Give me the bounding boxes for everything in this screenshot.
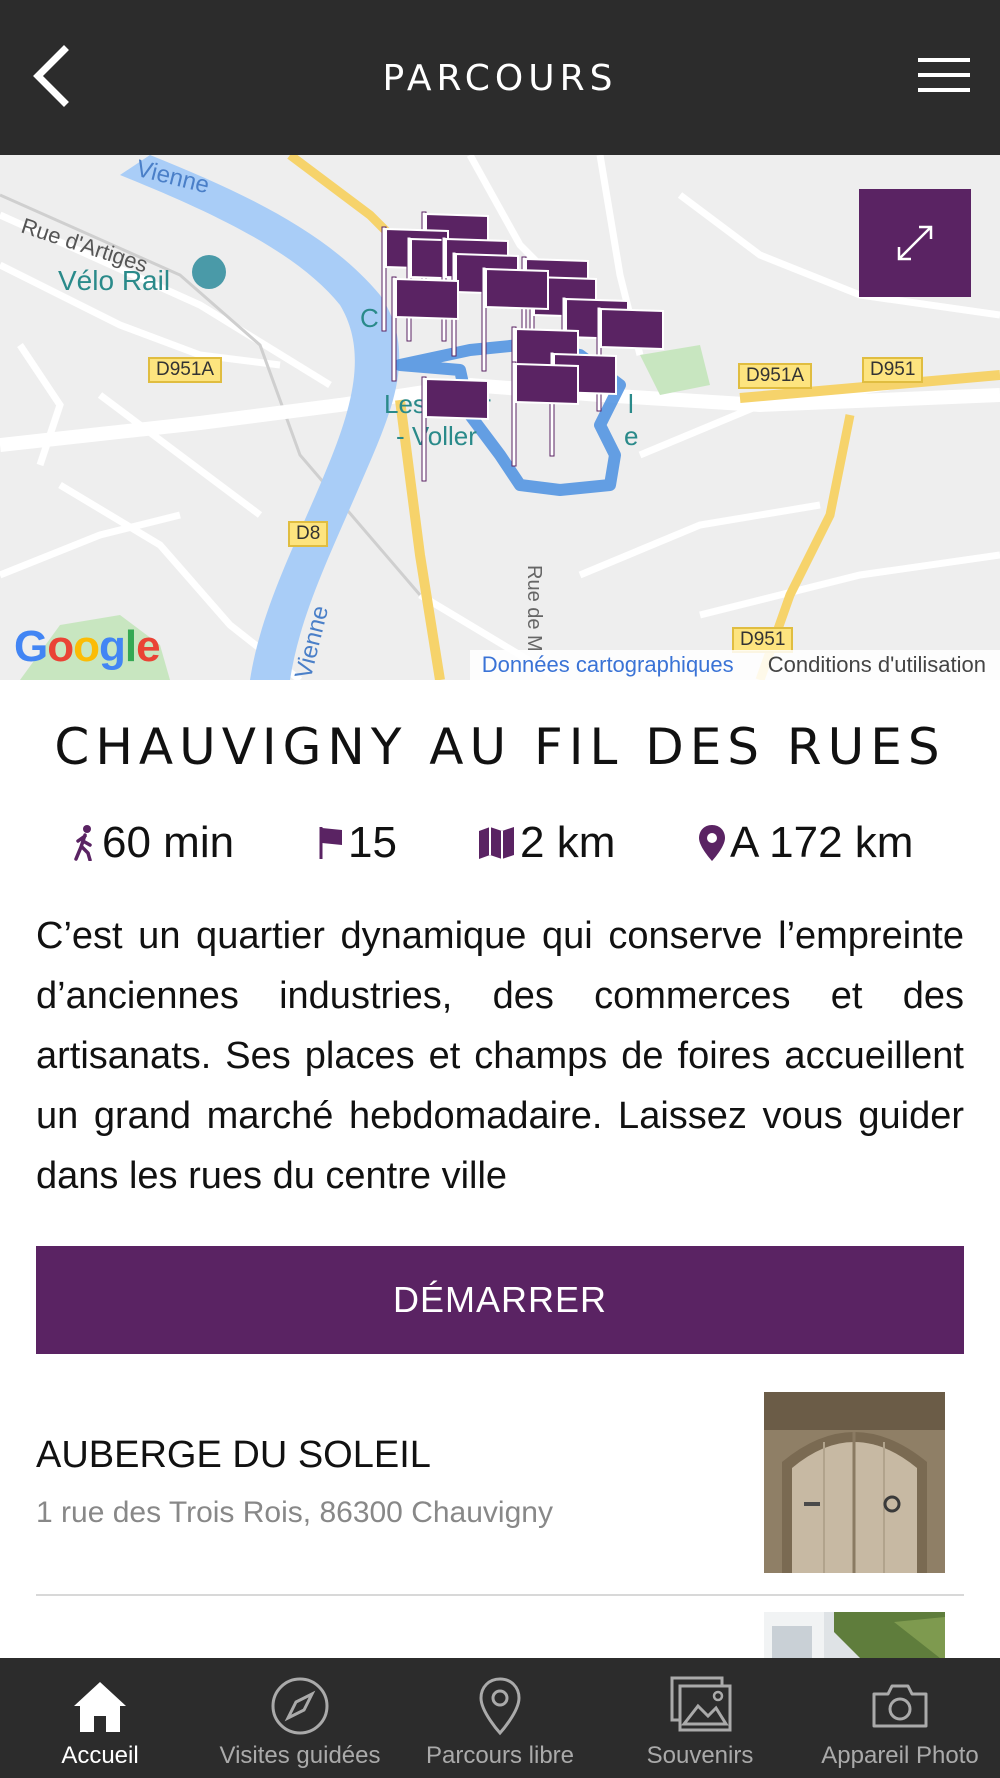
page-title: PARCOURS bbox=[382, 58, 618, 99]
tab-bar: Accueil Visites guidées Parcours libre S… bbox=[0, 1658, 1000, 1778]
route-description: C’est un quartier dynamique qui conserve… bbox=[36, 915, 964, 1197]
distance-value: 2 km bbox=[520, 818, 616, 867]
home-icon bbox=[74, 1682, 126, 1732]
expand-arrows-icon[interactable] bbox=[859, 189, 971, 297]
photos-icon bbox=[670, 1676, 732, 1732]
tab-label: Appareil Photo bbox=[821, 1742, 979, 1769]
flag-marker-icon[interactable] bbox=[420, 375, 492, 485]
poi-thumbnail bbox=[764, 1392, 945, 1573]
tab-label: Accueil bbox=[61, 1742, 139, 1769]
flag-marker-icon[interactable] bbox=[510, 360, 582, 470]
duration-stat: 60 min bbox=[72, 818, 234, 868]
poi-name: AUBERGE DU SOLEIL bbox=[36, 1434, 431, 1476]
poi-address: 1 rue des Trois Rois, 86300 Chauvigny bbox=[36, 1496, 553, 1529]
terms-link[interactable]: Conditions d'utilisation bbox=[768, 652, 986, 677]
flag-icon bbox=[319, 827, 342, 859]
map-attribution: Données cartographiques Conditions d'uti… bbox=[469, 650, 1000, 680]
tab-label: Visites guidées bbox=[219, 1742, 381, 1769]
start-button[interactable]: DÉMARRER bbox=[36, 1246, 964, 1354]
location-value: A 172 km bbox=[730, 818, 914, 867]
hamburger-icon[interactable] bbox=[918, 58, 970, 94]
tab-label: Souvenirs bbox=[646, 1742, 754, 1769]
tab-label: Parcours libre bbox=[425, 1742, 575, 1769]
walking-icon bbox=[74, 825, 92, 861]
tab-camera[interactable]: Appareil Photo bbox=[800, 1658, 1000, 1778]
route-title: CHAUVIGNY AU FIL DES RUES bbox=[54, 718, 946, 776]
google-logo: Google bbox=[14, 622, 161, 671]
tab-home[interactable]: Accueil bbox=[0, 1658, 200, 1778]
tab-guided-visits[interactable]: Visites guidées bbox=[200, 1658, 400, 1778]
map-data-link[interactable]: Données cartographiques bbox=[482, 652, 734, 677]
map-pin-icon bbox=[479, 1677, 521, 1736]
marker-layer bbox=[0, 155, 1000, 680]
flag-marker-icon[interactable] bbox=[390, 275, 462, 385]
app-header: PARCOURS bbox=[0, 0, 1000, 155]
route-map[interactable]: Rue d'Artiges Vienne Vélo Rail D951A D95… bbox=[0, 155, 1000, 680]
route-stats: 60 min 15 2 km A 172 km bbox=[0, 818, 1000, 874]
duration-value: 60 min bbox=[102, 818, 235, 867]
steps-value: 15 bbox=[348, 818, 397, 867]
compass-icon bbox=[271, 1677, 329, 1735]
distance-stat: 2 km bbox=[478, 818, 615, 868]
tab-free-route[interactable]: Parcours libre bbox=[400, 1658, 600, 1778]
location-stat: A 172 km bbox=[698, 818, 913, 868]
camera-icon bbox=[872, 1684, 928, 1728]
location-pin-icon bbox=[699, 825, 725, 861]
steps-stat: 15 bbox=[318, 818, 397, 868]
list-item[interactable]: AUBERGE DU SOLEIL 1 rue des Trois Rois, … bbox=[36, 1392, 964, 1596]
tab-souvenirs[interactable]: Souvenirs bbox=[600, 1658, 800, 1778]
map-icon bbox=[479, 827, 514, 859]
